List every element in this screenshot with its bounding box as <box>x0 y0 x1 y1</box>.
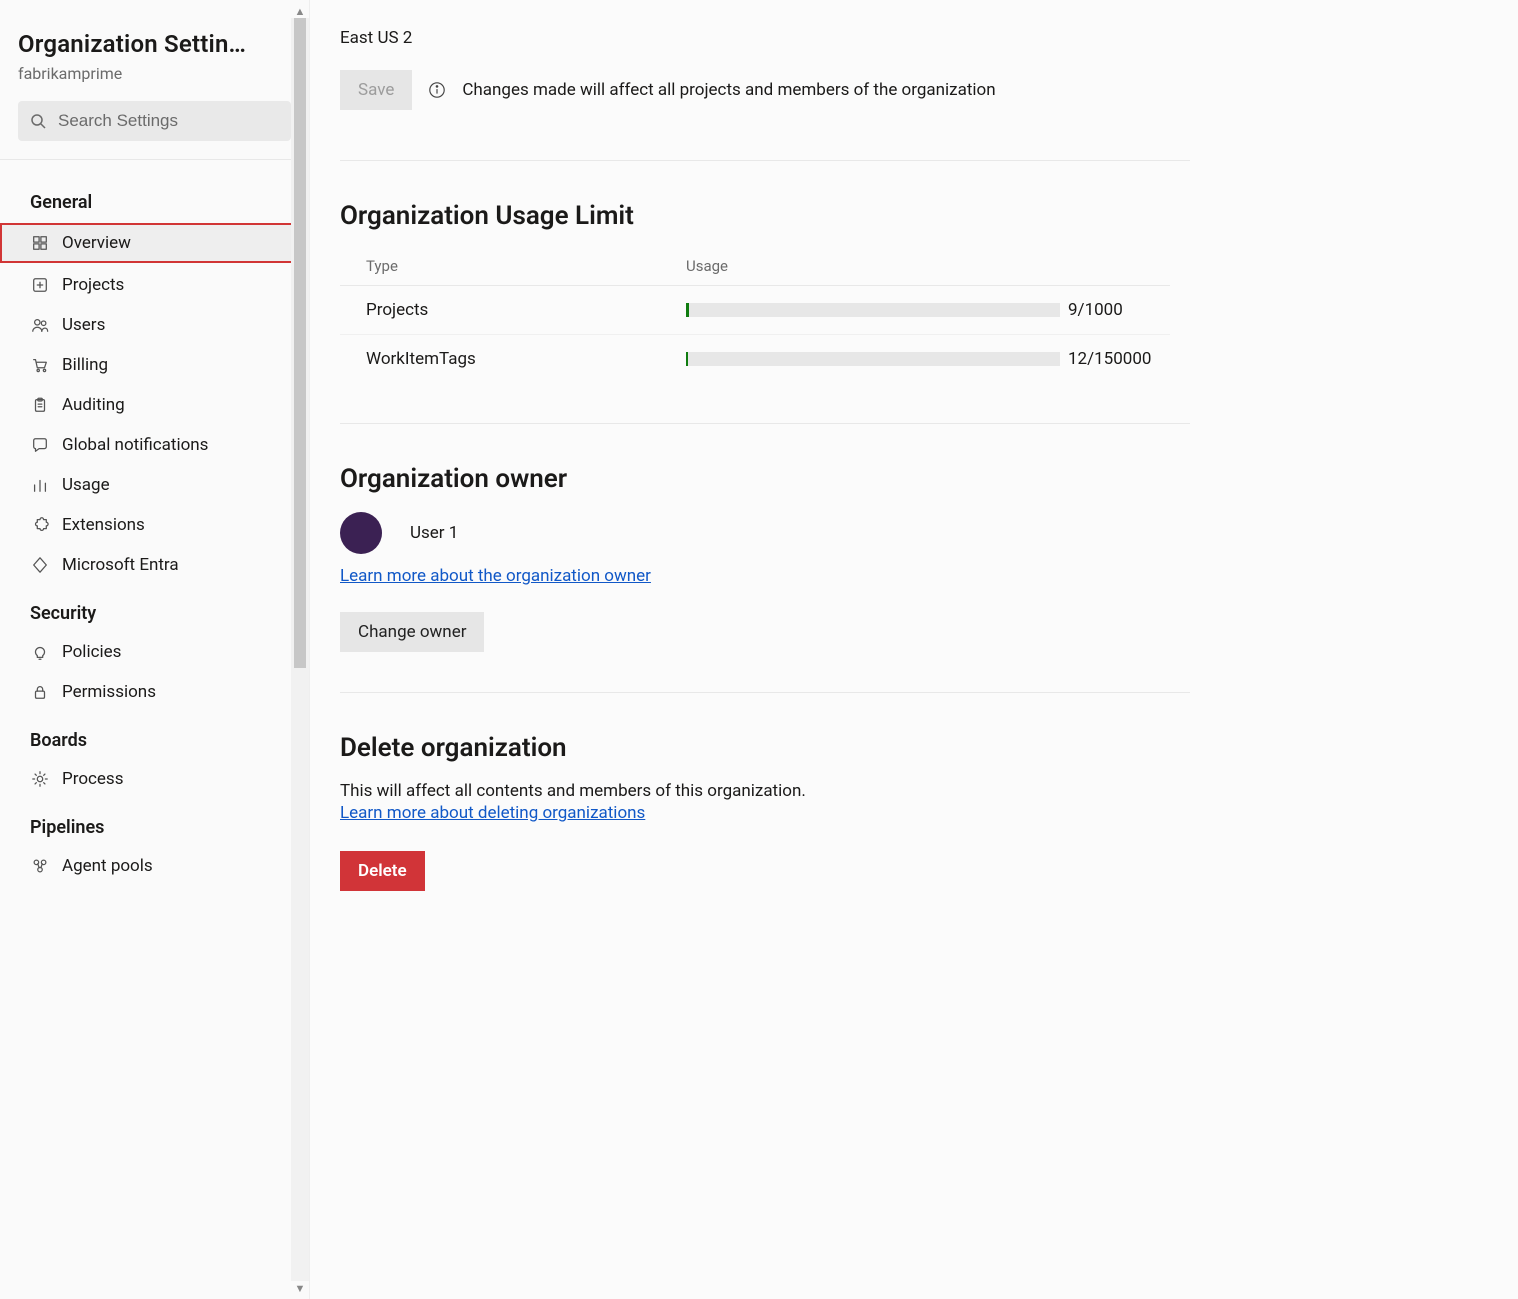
bulb-icon <box>30 643 50 661</box>
sidebar-item-label: Usage <box>62 475 110 495</box>
usage-heading: Organization Usage Limit <box>340 201 1518 231</box>
sidebar-item-label: Microsoft Entra <box>62 555 179 575</box>
owner-name: User 1 <box>410 523 458 543</box>
chat-icon <box>30 436 50 454</box>
sidebar-group-label: Pipelines <box>0 799 309 846</box>
divider <box>0 159 309 160</box>
sidebar-item-usage[interactable]: Usage <box>0 465 309 505</box>
region-text: East US 2 <box>340 28 1518 48</box>
owner-learn-more-link[interactable]: Learn more about the organization owner <box>340 566 651 586</box>
sidebar-group-label: General <box>0 174 309 221</box>
sidebar-item-microsoft-entra[interactable]: Microsoft Entra <box>0 545 309 585</box>
usage-count: 12/150000 <box>1060 349 1170 369</box>
lock-icon <box>30 683 50 701</box>
owner-avatar <box>340 512 382 554</box>
usage-col-type: Type <box>366 257 686 275</box>
search-icon <box>30 113 46 129</box>
diamond-icon <box>30 556 50 574</box>
main-content: East US 2 Save Changes made will affect … <box>310 0 1518 1299</box>
sidebar-subtitle: fabrikamprime <box>18 64 291 83</box>
sidebar-item-auditing[interactable]: Auditing <box>0 385 309 425</box>
scroll-down-arrow-icon[interactable]: ▼ <box>291 1279 309 1297</box>
delete-learn-more-link[interactable]: Learn more about deleting organizations <box>340 803 645 823</box>
usage-row: Projects 9/1000 <box>340 286 1170 335</box>
sidebar-item-label: Policies <box>62 642 121 662</box>
plus-box-icon <box>30 276 50 294</box>
sidebar-item-label: Permissions <box>62 682 156 702</box>
sidebar-item-users[interactable]: Users <box>0 305 309 345</box>
sidebar-item-label: Global notifications <box>62 435 208 455</box>
puzzle-icon <box>30 516 50 534</box>
usage-type: WorkItemTags <box>366 349 686 369</box>
sidebar-item-extensions[interactable]: Extensions <box>0 505 309 545</box>
sidebar-item-policies[interactable]: Policies <box>0 632 309 672</box>
agents-icon <box>30 857 50 875</box>
sidebar-group-label: Security <box>0 585 309 632</box>
sidebar-item-process[interactable]: Process <box>0 759 309 799</box>
info-icon <box>428 81 446 99</box>
save-note: Changes made will affect all projects an… <box>462 80 995 100</box>
delete-heading: Delete organization <box>340 733 1518 763</box>
change-owner-button[interactable]: Change owner <box>340 612 484 652</box>
save-button[interactable]: Save <box>340 70 412 110</box>
sidebar-item-label: Agent pools <box>62 856 153 876</box>
delete-description: This will affect all contents and member… <box>340 781 1518 801</box>
sidebar-item-label: Users <box>62 315 105 335</box>
sidebar-group-label: Boards <box>0 712 309 759</box>
clipboard-icon <box>30 396 50 414</box>
gear-icon <box>30 770 50 788</box>
grid-icon <box>30 234 50 252</box>
usage-count: 9/1000 <box>1060 300 1170 320</box>
sidebar: ▲ ▼ Organization Settin… fabrikamprime G… <box>0 0 310 1299</box>
sidebar-item-label: Billing <box>62 355 108 375</box>
sidebar-item-permissions[interactable]: Permissions <box>0 672 309 712</box>
scrollbar-thumb[interactable] <box>294 18 306 668</box>
usage-bar <box>686 352 1060 366</box>
search-settings-field[interactable] <box>18 101 291 141</box>
sidebar-item-label: Projects <box>62 275 124 295</box>
divider <box>340 160 1190 161</box>
sidebar-item-billing[interactable]: Billing <box>0 345 309 385</box>
sidebar-item-label: Auditing <box>62 395 125 415</box>
usage-row: WorkItemTags 12/150000 <box>340 335 1170 383</box>
usage-bar <box>686 303 1060 317</box>
users-icon <box>30 316 50 334</box>
bar-chart-icon <box>30 476 50 494</box>
usage-col-usage: Usage <box>686 257 1060 275</box>
sidebar-item-label: Process <box>62 769 123 789</box>
sidebar-item-label: Extensions <box>62 515 145 535</box>
sidebar-item-agent-pools[interactable]: Agent pools <box>0 846 309 886</box>
sidebar-item-label: Overview <box>62 233 131 253</box>
usage-table: Type Usage Projects 9/1000 WorkItemTags 12/… <box>340 249 1170 383</box>
sidebar-title: Organization Settin… <box>18 30 291 58</box>
sidebar-item-projects[interactable]: Projects <box>0 265 309 305</box>
divider <box>340 692 1190 693</box>
search-input[interactable] <box>56 110 281 132</box>
cart-icon <box>30 356 50 374</box>
sidebar-item-overview[interactable]: Overview <box>0 223 309 263</box>
scrollbar-track[interactable] <box>291 18 309 1281</box>
sidebar-item-global-notifications[interactable]: Global notifications <box>0 425 309 465</box>
owner-heading: Organization owner <box>340 464 1518 494</box>
usage-type: Projects <box>366 300 686 320</box>
delete-button[interactable]: Delete <box>340 851 425 891</box>
divider <box>340 423 1190 424</box>
